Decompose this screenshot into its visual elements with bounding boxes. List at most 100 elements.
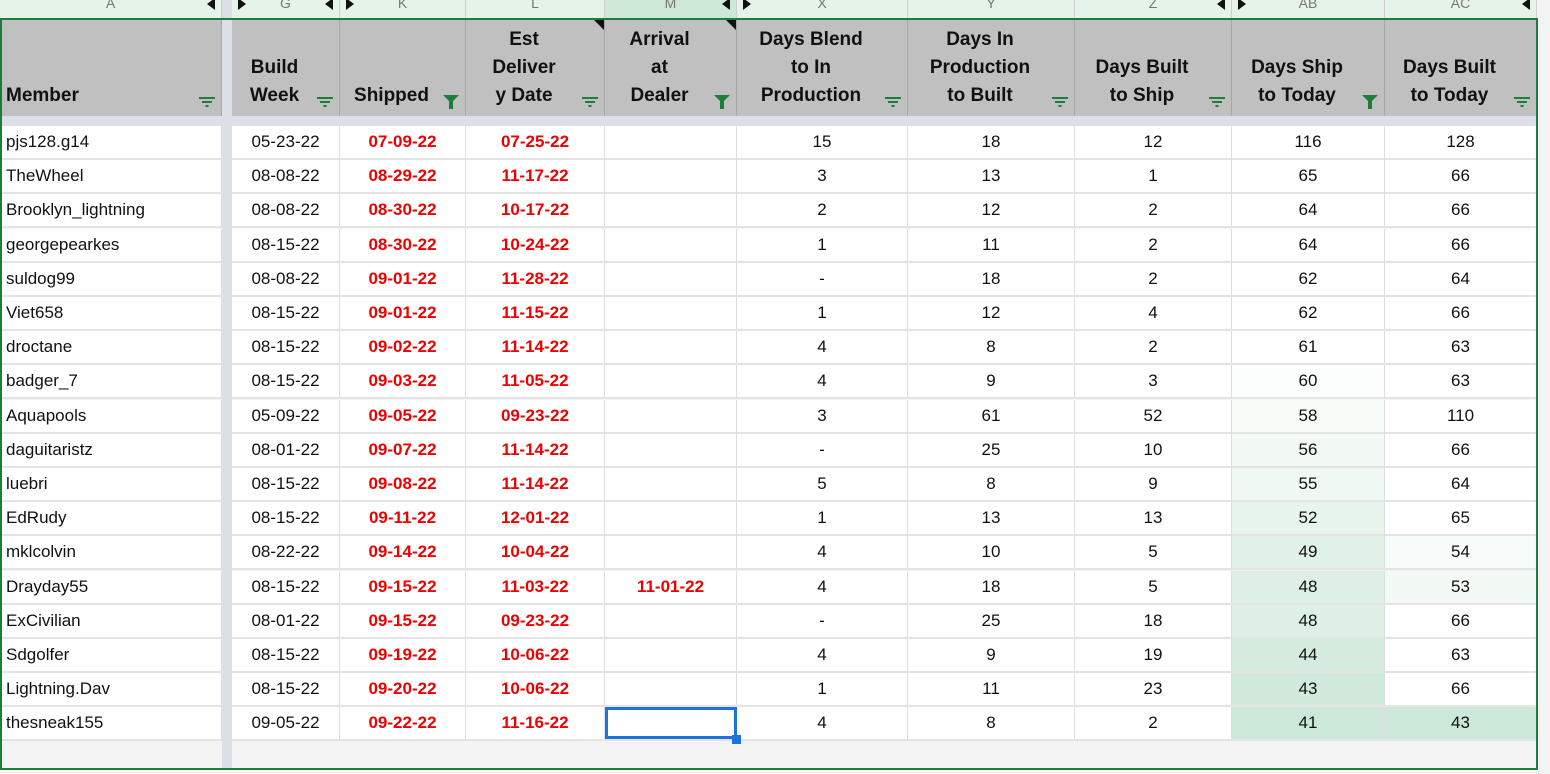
cell-build-week[interactable]: 08-15-22 [232, 570, 340, 605]
cell-arrival-at-dealer[interactable] [605, 194, 737, 229]
cell-days-ship-to-today[interactable]: 61 [1232, 331, 1385, 366]
cell-days-built-to-today[interactable]: 65 [1385, 502, 1537, 537]
cell-member[interactable]: EdRudy [0, 502, 222, 537]
cell-arrival-at-dealer[interactable] [605, 468, 737, 502]
cell-days-prod-to-built[interactable]: 9 [908, 639, 1075, 673]
column-letter-ac[interactable]: AC [1385, 0, 1537, 18]
cell-arrival-at-dealer[interactable] [605, 126, 737, 160]
cell-member[interactable]: pjs128.g14 [0, 126, 222, 160]
cell-build-week[interactable]: 08-08-22 [232, 194, 340, 229]
cell-member[interactable]: Viet658 [0, 297, 222, 331]
hidden-columns-arrow-icon[interactable] [238, 0, 246, 10]
cell-days-ship-to-today[interactable]: 55 [1232, 468, 1385, 502]
cell-days-ship-to-today[interactable]: 48 [1232, 570, 1385, 605]
cell-arrival-at-dealer[interactable] [605, 160, 737, 195]
filter-applied-icon[interactable] [714, 93, 730, 109]
cell-days-built-to-today[interactable]: 63 [1385, 639, 1537, 673]
cell-days-prod-to-built[interactable]: 8 [908, 468, 1075, 502]
cell-build-week[interactable]: 08-01-22 [232, 604, 340, 639]
cell-days-built-to-ship[interactable]: 5 [1075, 536, 1232, 571]
cell-build-week[interactable]: 08-22-22 [232, 536, 340, 571]
column-letter-x[interactable]: X [737, 0, 908, 18]
cell-days-blend-to-prod[interactable]: - [737, 433, 908, 468]
cell-days-ship-to-today[interactable]: 62 [1232, 262, 1385, 297]
cell-shipped[interactable]: 09-19-22 [340, 639, 466, 673]
cell-days-prod-to-built[interactable]: 13 [908, 160, 1075, 195]
cell-days-blend-to-prod[interactable]: 1 [737, 228, 908, 263]
cell-days-built-to-today[interactable]: 66 [1385, 604, 1537, 639]
column-header-days-prod-to-built[interactable]: Days In Production to Built [908, 20, 1075, 116]
cell-member[interactable]: Brooklyn_lightning [0, 194, 222, 229]
cell-days-built-to-ship[interactable]: 9 [1075, 468, 1232, 502]
cell-days-ship-to-today[interactable]: 43 [1232, 673, 1385, 708]
cell-build-week[interactable]: 08-15-22 [232, 228, 340, 263]
column-letter-l[interactable]: L [466, 0, 605, 18]
hidden-columns-arrow-icon[interactable] [1217, 0, 1225, 10]
cell-days-prod-to-built[interactable]: 8 [908, 331, 1075, 366]
cell-member[interactable]: thesneak155 [0, 707, 222, 742]
hidden-columns-arrow-icon[interactable] [346, 0, 354, 10]
cell-member[interactable]: suldog99 [0, 262, 222, 297]
cell-member[interactable]: droctane [0, 331, 222, 366]
cell-member[interactable]: Aquapools [0, 399, 222, 434]
cell-shipped[interactable]: 09-01-22 [340, 262, 466, 297]
cell-days-ship-to-today[interactable]: 56 [1232, 433, 1385, 468]
cell-note-indicator-icon[interactable] [726, 20, 736, 30]
cell-days-prod-to-built[interactable]: 25 [908, 433, 1075, 468]
cell-days-built-to-ship[interactable]: 5 [1075, 570, 1232, 605]
cell-member[interactable]: Lightning.Dav [0, 673, 222, 708]
cell-days-prod-to-built[interactable]: 10 [908, 536, 1075, 571]
cell-days-ship-to-today[interactable]: 48 [1232, 604, 1385, 639]
cell-days-blend-to-prod[interactable]: 4 [737, 331, 908, 366]
cell-days-built-to-ship[interactable]: 2 [1075, 194, 1232, 229]
filter-applied-icon[interactable] [443, 93, 459, 109]
cell-days-prod-to-built[interactable]: 9 [908, 365, 1075, 400]
cell-days-prod-to-built[interactable]: 11 [908, 228, 1075, 263]
cell-shipped[interactable]: 09-15-22 [340, 570, 466, 605]
column-letter-m[interactable]: M [605, 0, 737, 18]
filter-available-icon[interactable] [317, 93, 333, 107]
cell-days-ship-to-today[interactable]: 60 [1232, 365, 1385, 400]
filter-available-icon[interactable] [1514, 93, 1530, 107]
column-header-build-week[interactable]: Build Week [232, 20, 340, 116]
cell-days-built-to-ship[interactable]: 18 [1075, 604, 1232, 639]
cell-days-built-to-ship[interactable]: 3 [1075, 365, 1232, 400]
cell-est-delivery[interactable]: 10-06-22 [466, 673, 605, 708]
cell-days-built-to-ship[interactable]: 52 [1075, 399, 1232, 434]
cell-days-built-to-today[interactable]: 128 [1385, 126, 1537, 160]
cell-member[interactable]: badger_7 [0, 365, 222, 400]
cell-days-prod-to-built[interactable]: 18 [908, 262, 1075, 297]
cell-est-delivery[interactable]: 09-23-22 [466, 399, 605, 434]
hidden-columns-arrow-icon[interactable] [207, 0, 215, 10]
cell-shipped[interactable]: 09-05-22 [340, 399, 466, 434]
column-header-est-delivery[interactable]: Est Deliver y Date [466, 20, 605, 116]
cell-arrival-at-dealer[interactable] [605, 365, 737, 400]
cell-shipped[interactable]: 09-15-22 [340, 604, 466, 639]
cell-days-built-to-ship[interactable]: 4 [1075, 297, 1232, 331]
cell-days-built-to-ship[interactable]: 10 [1075, 433, 1232, 468]
cell-arrival-at-dealer[interactable] [605, 673, 737, 708]
cell-member[interactable]: luebri [0, 468, 222, 502]
cell-days-ship-to-today[interactable]: 64 [1232, 194, 1385, 229]
cell-shipped[interactable]: 09-02-22 [340, 331, 466, 366]
hidden-columns-arrow-icon[interactable] [743, 0, 751, 10]
column-letter-y[interactable]: Y [908, 0, 1075, 18]
cell-days-ship-to-today[interactable]: 44 [1232, 639, 1385, 673]
cell-est-delivery[interactable]: 10-04-22 [466, 536, 605, 571]
cell-build-week[interactable]: 08-15-22 [232, 673, 340, 708]
cell-member[interactable]: daguitaristz [0, 433, 222, 468]
cell-days-built-to-ship[interactable]: 1 [1075, 160, 1232, 195]
hidden-columns-arrow-icon[interactable] [722, 0, 730, 10]
cell-build-week[interactable]: 09-05-22 [232, 707, 340, 742]
cell-days-built-to-today[interactable]: 64 [1385, 468, 1537, 502]
hidden-columns-arrow-icon[interactable] [1522, 0, 1530, 10]
filter-available-icon[interactable] [1209, 93, 1225, 107]
cell-shipped[interactable]: 07-09-22 [340, 126, 466, 160]
cell-build-week[interactable]: 08-15-22 [232, 365, 340, 400]
column-letter-a[interactable]: A [0, 0, 222, 18]
cell-days-built-to-today[interactable]: 64 [1385, 262, 1537, 297]
cell-days-prod-to-built[interactable]: 12 [908, 297, 1075, 331]
column-header-arrival-at-dealer[interactable]: Arrival at Dealer [605, 20, 737, 116]
cell-days-built-to-today[interactable]: 43 [1385, 707, 1537, 742]
cell-days-built-to-today[interactable]: 66 [1385, 194, 1537, 229]
